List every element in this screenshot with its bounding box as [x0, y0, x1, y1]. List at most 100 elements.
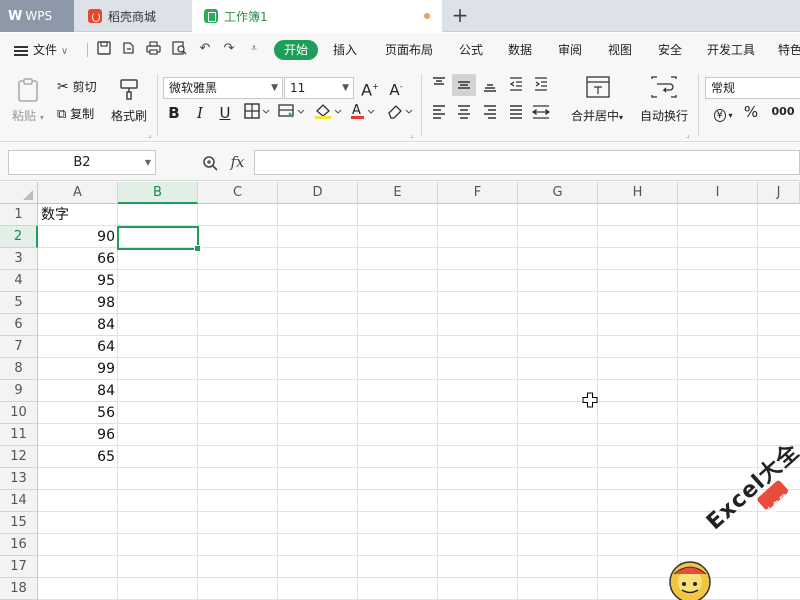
thousands-separator-icon[interactable]: 000	[768, 103, 798, 121]
cell-a4[interactable]: 95	[38, 270, 118, 292]
cell-a7[interactable]: 64	[38, 336, 118, 358]
paste-button[interactable]: 粘贴 ▾	[12, 107, 44, 124]
font-name-select[interactable]: 微软雅黑 ▼	[163, 77, 283, 99]
align-bottom-icon[interactable]	[481, 76, 499, 96]
align-right-icon[interactable]	[481, 104, 499, 124]
cell-a12[interactable]: 65	[38, 446, 118, 468]
row-header-14[interactable]: 14	[0, 490, 38, 512]
column-header-c[interactable]: C	[198, 182, 278, 204]
formula-input[interactable]	[254, 150, 800, 175]
row-header-7[interactable]: 7	[0, 336, 38, 358]
justify-icon[interactable]	[507, 104, 525, 124]
merge-center-icon[interactable]	[586, 76, 610, 101]
row-header-16[interactable]: 16	[0, 534, 38, 556]
row-header-11[interactable]: 11	[0, 424, 38, 446]
column-header-g[interactable]: G	[518, 182, 598, 204]
column-header-a[interactable]: A	[38, 182, 118, 204]
paste-icon[interactable]	[17, 78, 41, 102]
row-header-4[interactable]: 4	[0, 270, 38, 292]
redo-icon[interactable]: ↷	[221, 41, 237, 57]
tab-security[interactable]: 安全	[655, 40, 685, 60]
row-header-6[interactable]: 6	[0, 314, 38, 336]
cell-style-icon[interactable]	[278, 103, 306, 123]
increase-font-icon[interactable]: A+	[360, 78, 380, 99]
name-box[interactable]: B2 ▼	[8, 150, 156, 175]
align-middle-icon[interactable]	[452, 74, 476, 96]
row-header-5[interactable]: 5	[0, 292, 38, 314]
tab-special[interactable]: 特色	[778, 40, 800, 60]
cell-a5[interactable]: 98	[38, 292, 118, 314]
row-header-17[interactable]: 17	[0, 556, 38, 578]
cell-a2[interactable]: 90	[38, 226, 118, 248]
cut-button[interactable]: ✂ 剪切	[57, 78, 97, 95]
group-expander-icon[interactable]: ⌟	[686, 130, 690, 139]
merge-center-button[interactable]: 合并居中▾	[571, 107, 623, 124]
font-size-select[interactable]: 11 ▼	[284, 77, 354, 99]
column-header-e[interactable]: E	[358, 182, 438, 204]
tab-data[interactable]: 数据	[505, 40, 535, 60]
export-icon[interactable]	[120, 41, 136, 57]
decrease-indent-icon[interactable]	[507, 76, 525, 96]
row-header-12[interactable]: 12	[0, 446, 38, 468]
cell-a10[interactable]: 56	[38, 402, 118, 424]
underline-icon[interactable]: U	[217, 104, 233, 122]
copy-button[interactable]: ⧉ 复制	[57, 105, 94, 122]
cell-a11[interactable]: 96	[38, 424, 118, 446]
number-format-select[interactable]: 常规	[705, 77, 800, 99]
fill-color-icon[interactable]	[313, 102, 343, 124]
bold-icon[interactable]: B	[166, 104, 182, 122]
print-icon[interactable]	[145, 41, 161, 57]
row-header-10[interactable]: 10	[0, 402, 38, 424]
tab-daoke-mall[interactable]: 稻壳商城	[76, 0, 190, 32]
align-center-icon[interactable]	[455, 104, 473, 124]
cell-a9[interactable]: 84	[38, 380, 118, 402]
print-preview-icon[interactable]	[171, 41, 187, 57]
group-expander-icon[interactable]: ⌟	[410, 130, 414, 139]
row-header-15[interactable]: 15	[0, 512, 38, 534]
font-color-icon[interactable]: A	[350, 102, 376, 124]
format-painter-label[interactable]: 格式刷	[111, 107, 147, 124]
cell-a8[interactable]: 99	[38, 358, 118, 380]
tab-page-layout[interactable]: 页面布局	[382, 40, 436, 60]
cell-a3[interactable]: 66	[38, 248, 118, 270]
customize-dropdown-icon[interactable]: ⩡	[246, 41, 262, 57]
tab-workbook[interactable]: 工作簿1	[192, 0, 442, 32]
increase-indent-icon[interactable]	[532, 76, 550, 96]
row-header-1[interactable]: 1	[0, 204, 38, 226]
row-header-8[interactable]: 8	[0, 358, 38, 380]
row-header-18[interactable]: 18	[0, 578, 38, 600]
align-top-icon[interactable]	[430, 76, 448, 96]
column-header-j[interactable]: J	[758, 182, 800, 204]
tab-developer[interactable]: 开发工具	[704, 40, 758, 60]
fx-insert-function-icon[interactable]: fx	[230, 153, 244, 171]
undo-icon[interactable]: ↶	[197, 41, 213, 57]
column-header-f[interactable]: F	[438, 182, 518, 204]
italic-icon[interactable]: I	[192, 104, 208, 122]
cell-a6[interactable]: 84	[38, 314, 118, 336]
tab-view[interactable]: 视图	[605, 40, 635, 60]
column-header-h[interactable]: H	[598, 182, 678, 204]
new-tab-plus-icon[interactable]: +	[450, 3, 470, 27]
tab-insert[interactable]: 插入	[330, 40, 360, 60]
percent-icon[interactable]: %	[742, 103, 760, 121]
clear-format-icon[interactable]	[386, 102, 414, 124]
wrap-text-icon[interactable]	[651, 76, 677, 101]
decrease-font-icon[interactable]: A-	[386, 78, 406, 99]
column-header-d[interactable]: D	[278, 182, 358, 204]
tab-wps-home[interactable]: W WPS	[0, 0, 74, 32]
distributed-align-icon[interactable]	[530, 104, 552, 124]
tab-review[interactable]: 审阅	[555, 40, 585, 60]
file-menu[interactable]: 文件 ∨	[14, 40, 84, 60]
align-left-icon[interactable]	[430, 104, 448, 124]
row-header-2[interactable]: 2	[0, 226, 38, 248]
currency-icon[interactable]: ¥ ▾	[708, 104, 738, 125]
tab-start[interactable]: 开始	[274, 40, 318, 60]
borders-icon[interactable]	[243, 103, 271, 123]
cell-a1[interactable]: 数字	[38, 204, 118, 226]
zoom-search-icon[interactable]	[202, 155, 222, 171]
save-icon[interactable]	[96, 41, 112, 57]
wrap-text-label[interactable]: 自动换行	[640, 107, 688, 124]
tab-formulas[interactable]: 公式	[456, 40, 486, 60]
row-header-13[interactable]: 13	[0, 468, 38, 490]
row-header-9[interactable]: 9	[0, 380, 38, 402]
